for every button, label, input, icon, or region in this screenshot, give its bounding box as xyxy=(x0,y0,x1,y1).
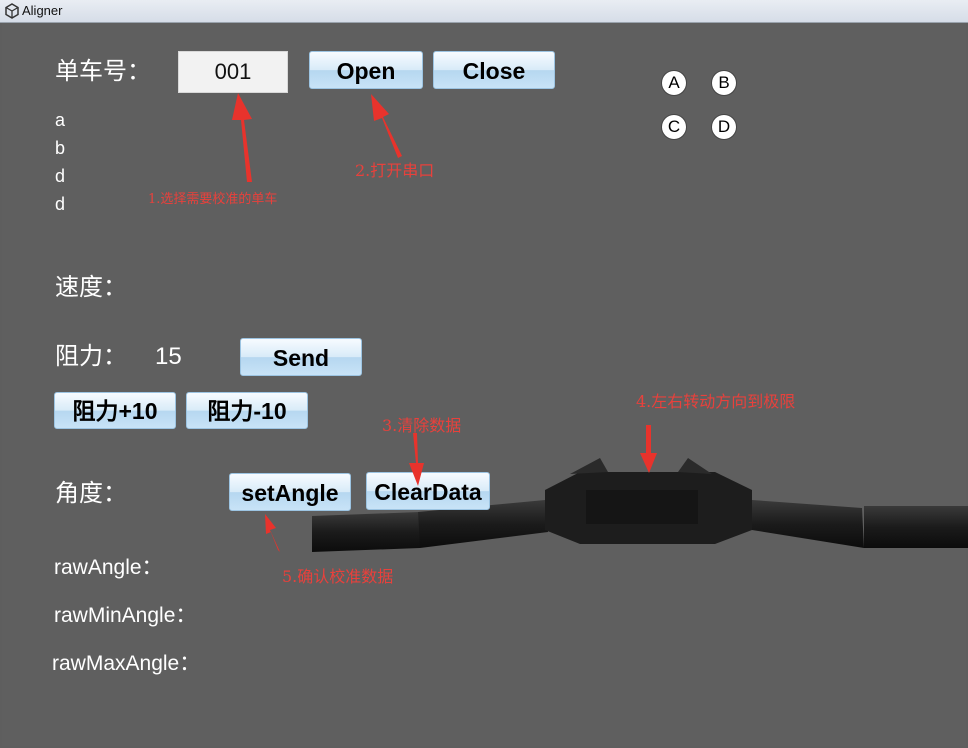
arrow-4-icon xyxy=(640,425,657,473)
annotation-step-1: 1.选择需要校准的单车 xyxy=(148,192,278,207)
annotation-arrows xyxy=(232,93,657,552)
annotation-step-4: 4.左右转动方向到极限 xyxy=(636,392,796,411)
arrow-3-icon xyxy=(409,433,424,486)
arrow-1-icon xyxy=(232,93,252,182)
arrow-2-icon xyxy=(371,94,402,158)
annotation-step-3: 3.清除数据 xyxy=(382,416,462,435)
annotation-step-5: 5.确认校准数据 xyxy=(282,567,394,586)
arrow-5-icon xyxy=(265,514,280,552)
annotation-step-2: 2.打开串口 xyxy=(355,161,435,180)
